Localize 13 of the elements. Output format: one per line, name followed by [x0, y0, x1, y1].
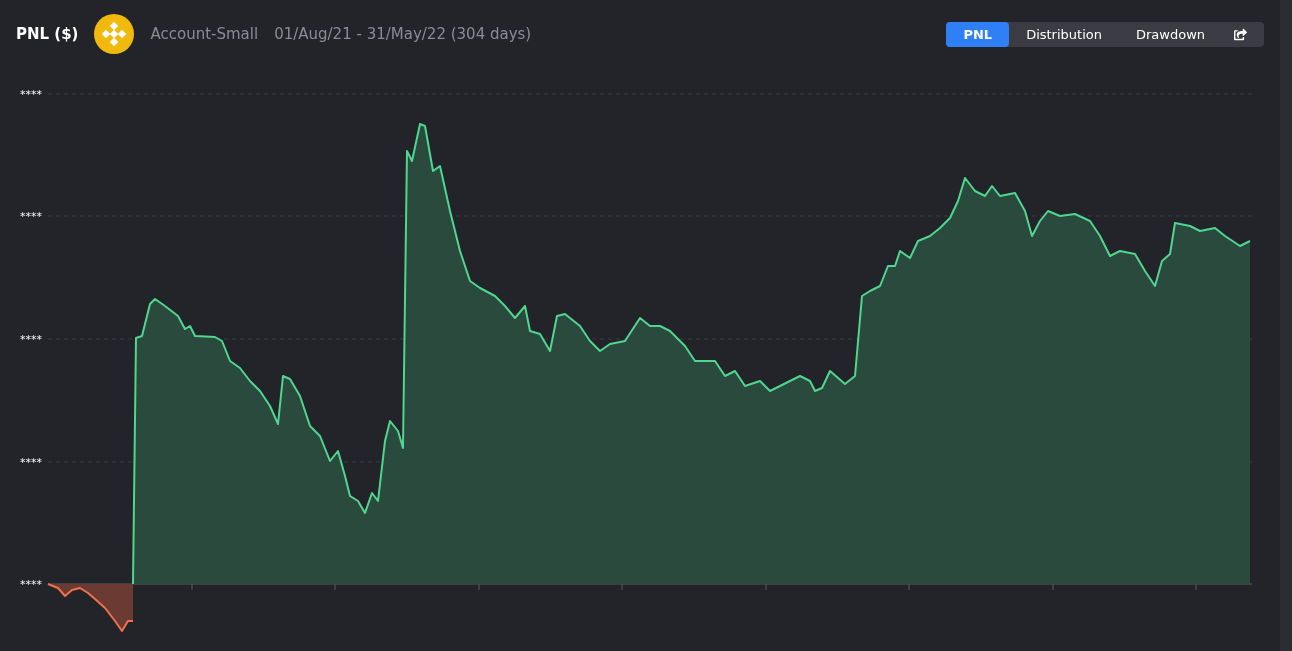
date-range: 01/Aug/21 - 31/May/22 (304 days) — [274, 25, 532, 43]
axis-label: **** — [20, 88, 42, 101]
axis-label: **** — [20, 456, 42, 469]
view-tab[interactable]: PNL — [946, 21, 1010, 47]
logo-icon — [94, 14, 135, 54]
axis-label: **** — [20, 210, 42, 223]
axis-label: **** — [20, 578, 42, 591]
account-name: Account-Small — [150, 25, 259, 43]
chart-title: PNL ($) — [16, 25, 79, 43]
share-icon — [1234, 27, 1247, 41]
axis-label: **** — [20, 333, 42, 346]
view-tab[interactable]: Distribution — [1009, 21, 1119, 47]
view-tab[interactable]: Drawdown — [1118, 21, 1222, 47]
